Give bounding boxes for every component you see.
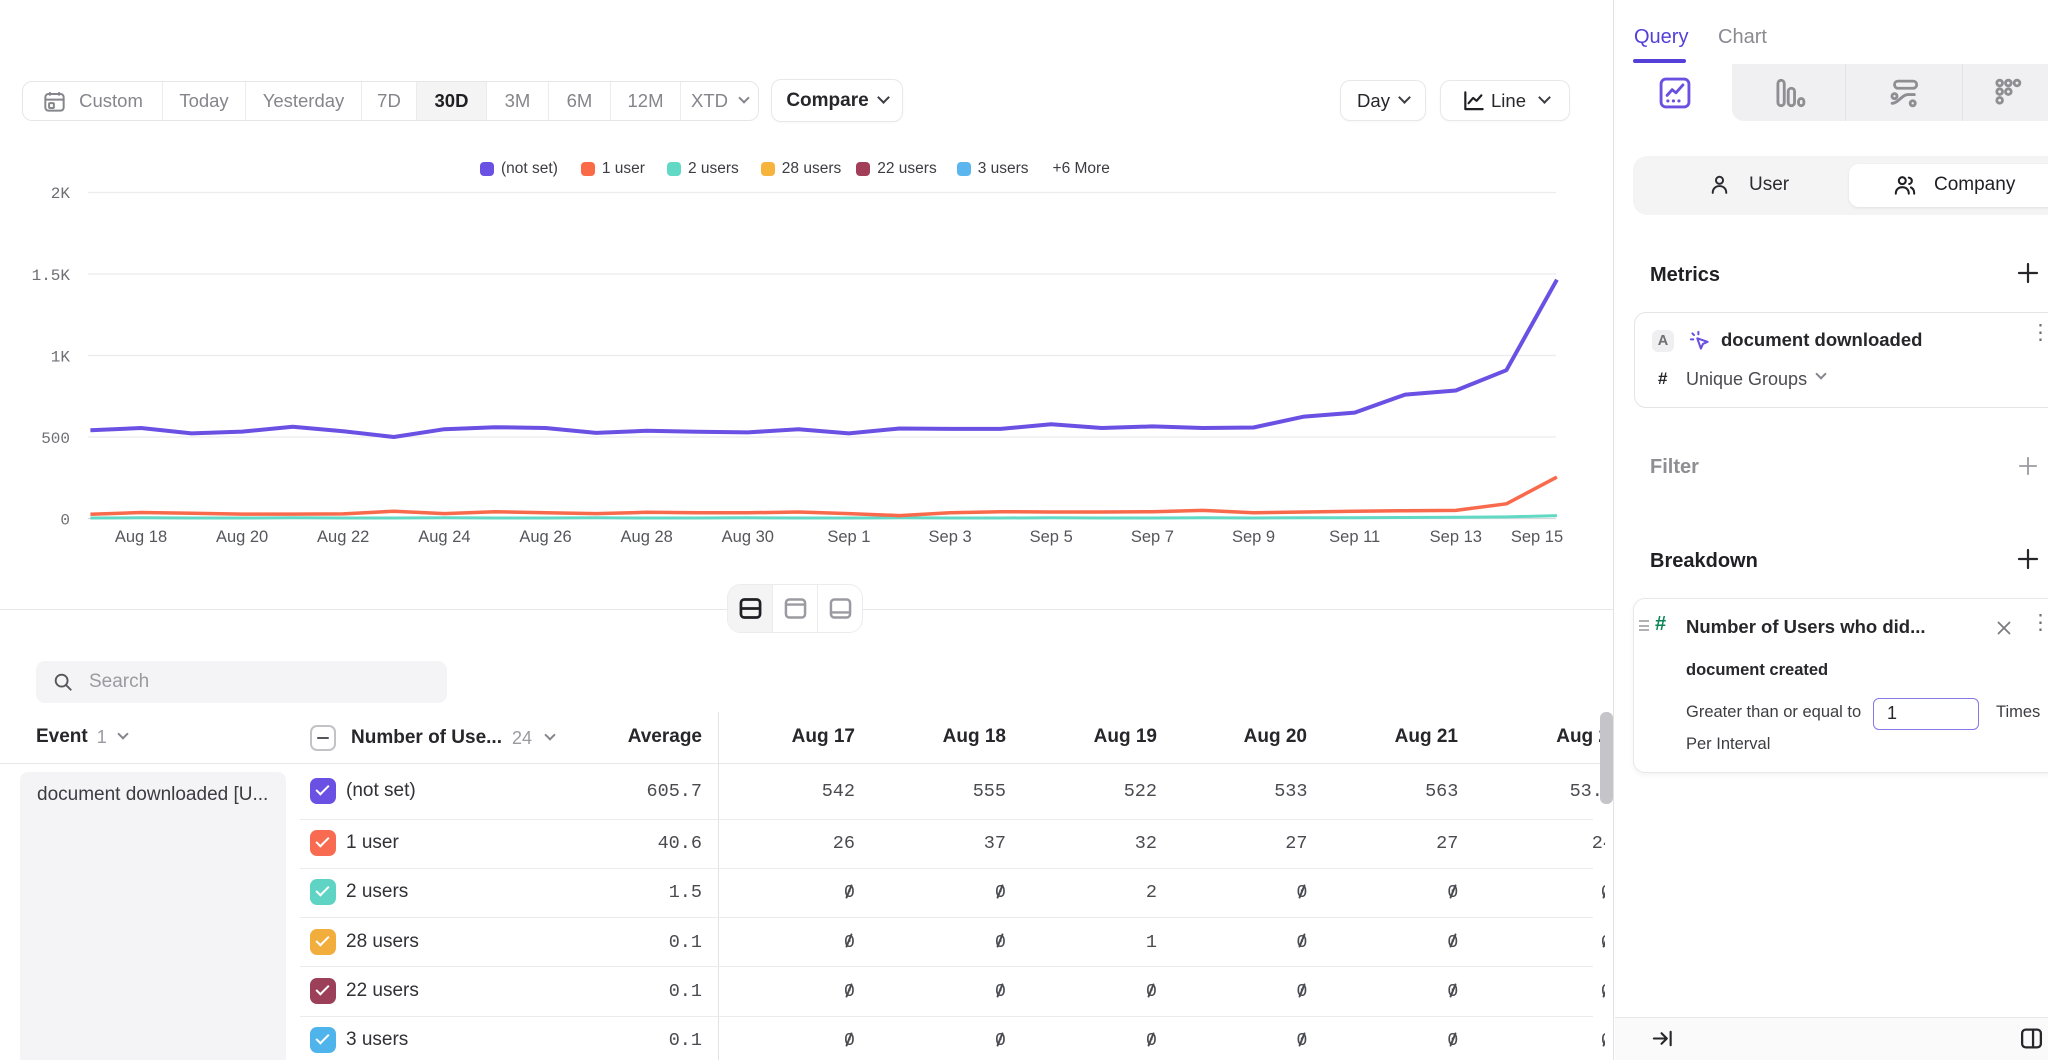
- svg-text:Aug 24: Aug 24: [418, 528, 470, 546]
- svg-text:Aug 26: Aug 26: [519, 528, 571, 546]
- svg-text:Sep 15: Sep 15: [1511, 528, 1563, 546]
- svg-text:500: 500: [41, 430, 70, 448]
- svg-text:Sep 1: Sep 1: [827, 528, 870, 546]
- svg-text:Sep 5: Sep 5: [1030, 528, 1073, 546]
- svg-text:Aug 22: Aug 22: [317, 528, 369, 546]
- svg-text:Aug 30: Aug 30: [722, 528, 774, 546]
- svg-text:Aug 20: Aug 20: [216, 528, 268, 546]
- svg-text:2K: 2K: [51, 185, 71, 203]
- svg-text:Sep 11: Sep 11: [1329, 528, 1380, 546]
- svg-text:Sep 3: Sep 3: [929, 528, 972, 546]
- svg-text:Sep 13: Sep 13: [1430, 528, 1482, 546]
- svg-text:1K: 1K: [51, 349, 71, 367]
- svg-text:Aug 18: Aug 18: [115, 528, 167, 546]
- svg-text:Aug 28: Aug 28: [621, 528, 673, 546]
- svg-text:Sep 7: Sep 7: [1131, 528, 1174, 546]
- svg-text:0: 0: [60, 512, 70, 530]
- svg-text:1.5K: 1.5K: [32, 267, 71, 285]
- svg-text:Sep 9: Sep 9: [1232, 528, 1275, 546]
